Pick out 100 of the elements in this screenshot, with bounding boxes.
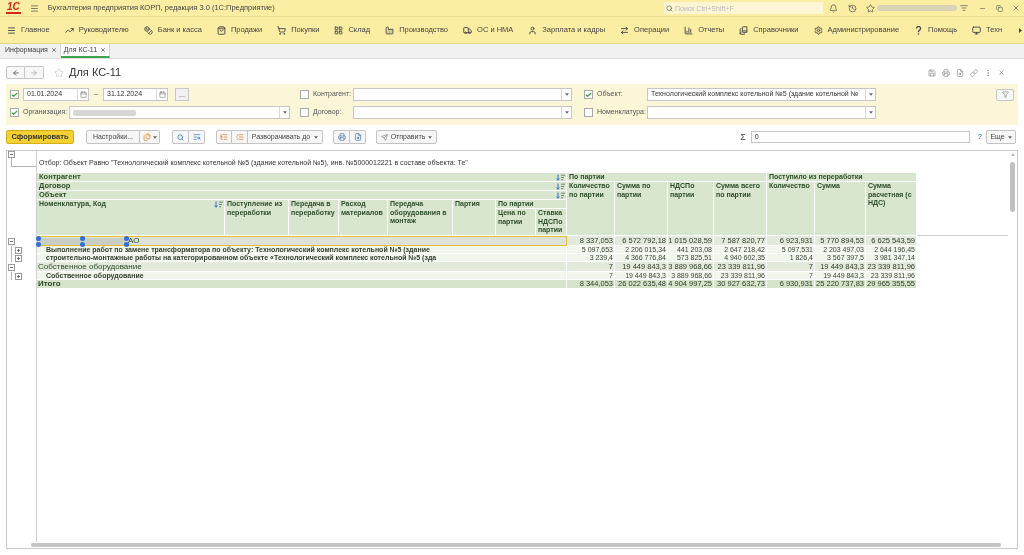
row-label-cell[interactable]: АО — [37, 236, 567, 246]
trend-chart-icon — [64, 25, 74, 35]
app-logo[interactable]: 1С — [6, 2, 21, 14]
caret-icon — [564, 111, 569, 114]
gear-icon — [813, 25, 823, 35]
checkbox[interactable] — [10, 108, 19, 117]
select-field[interactable] — [353, 106, 572, 119]
list-collapse-icon — [235, 133, 244, 141]
print-button[interactable] — [333, 130, 350, 144]
row-label-cell[interactable]: Собственное оборудование — [37, 262, 567, 272]
expand-all-button[interactable] — [216, 130, 232, 144]
checkbox[interactable] — [300, 90, 309, 99]
checkbox[interactable] — [584, 90, 593, 99]
factory-icon — [385, 25, 395, 35]
forward-button[interactable] — [25, 66, 44, 79]
more-icon[interactable] — [984, 68, 992, 77]
sort-icon[interactable] — [556, 191, 565, 199]
dropdown-button[interactable] — [865, 107, 875, 118]
arrow-right-icon — [30, 68, 38, 77]
filter-button[interactable] — [996, 88, 1014, 101]
person-icon — [528, 25, 538, 35]
preview-icon — [353, 133, 362, 141]
bell-icon[interactable] — [829, 3, 838, 13]
row-label: АО — [128, 237, 140, 245]
row-label-cell[interactable]: Итого — [37, 280, 567, 289]
caret-icon — [1007, 135, 1012, 139]
restore-icon[interactable] — [996, 4, 1003, 12]
checkbox[interactable] — [300, 108, 309, 117]
close-icon[interactable] — [100, 47, 107, 53]
sort-icon[interactable] — [556, 182, 565, 190]
caret-icon — [564, 93, 569, 96]
close-icon[interactable] — [50, 47, 57, 53]
monitor-icon — [972, 25, 982, 35]
printer-icon — [337, 133, 346, 141]
scroll-right-icon[interactable] — [1019, 27, 1022, 33]
books-icon — [739, 25, 749, 35]
sort-icon[interactable] — [214, 201, 223, 208]
sort-icon[interactable] — [556, 173, 565, 181]
report-variant-button[interactable] — [140, 130, 160, 144]
link-icon[interactable] — [970, 68, 978, 77]
scrollbar-thumb[interactable] — [1010, 162, 1015, 212]
caret-icon — [868, 93, 873, 96]
search-lines-icon — [192, 133, 201, 141]
truck-icon — [463, 25, 473, 35]
history-icon[interactable] — [848, 3, 857, 13]
expand-icon[interactable] — [15, 246, 22, 254]
search-icon — [666, 4, 673, 12]
menu-lines-icon[interactable] — [960, 4, 968, 12]
close-icon[interactable] — [1012, 4, 1020, 12]
collapse-icon[interactable] — [8, 263, 15, 271]
question-mark-icon — [914, 25, 924, 35]
list-expand-icon — [220, 133, 228, 141]
select-field[interactable] — [647, 106, 876, 119]
checkbox[interactable] — [584, 108, 593, 117]
preview-button[interactable] — [350, 130, 366, 144]
sum-symbol: Σ — [740, 132, 746, 142]
calendar-icon — [158, 91, 166, 98]
menu-icon[interactable] — [29, 3, 39, 13]
collapse-icon[interactable] — [8, 151, 15, 158]
grid-icon — [334, 25, 344, 35]
collapse-icon[interactable] — [8, 237, 15, 245]
form-title: Для КС-11 — [69, 66, 122, 79]
dropdown-button[interactable] — [561, 89, 571, 100]
arrow-left-icon — [11, 68, 20, 77]
dropdown-button[interactable] — [279, 107, 289, 118]
caret-icon — [868, 111, 873, 114]
star-icon[interactable] — [866, 3, 875, 13]
shopping-cart-icon — [277, 25, 287, 35]
caret-icon — [282, 111, 287, 114]
check-icon — [585, 90, 592, 99]
back-button[interactable] — [6, 66, 25, 79]
calendar-button[interactable] — [156, 89, 167, 100]
paper-plane-icon — [380, 133, 388, 141]
star-icon[interactable] — [54, 67, 64, 78]
shopping-bag-icon — [216, 25, 226, 35]
save-icon[interactable] — [928, 68, 936, 77]
collapse-all-button[interactable] — [232, 130, 248, 144]
checkbox[interactable] — [10, 90, 19, 99]
printer-icon[interactable] — [942, 68, 950, 77]
coins-icon — [143, 25, 153, 35]
select-field[interactable] — [69, 106, 290, 119]
caret-icon — [152, 135, 157, 139]
search-options-button[interactable] — [189, 130, 205, 144]
scroll-up-icon[interactable] — [1010, 153, 1015, 156]
search-button[interactable] — [172, 130, 189, 144]
expand-icon[interactable] — [15, 254, 22, 262]
dropdown-button[interactable] — [561, 107, 571, 118]
expand-icon[interactable] — [15, 272, 22, 280]
dropdown-button[interactable] — [865, 89, 875, 100]
tree-line — [11, 158, 36, 167]
row-label: Собственное оборудование — [38, 262, 142, 271]
menu-icon — [7, 25, 16, 35]
preview-icon[interactable] — [956, 68, 964, 77]
scrollbar-thumb[interactable] — [31, 543, 1001, 547]
close-icon[interactable] — [998, 69, 1005, 76]
arrows-icon — [620, 25, 630, 35]
calendar-icon — [79, 91, 87, 98]
select-field[interactable] — [353, 88, 572, 101]
documents-icon — [142, 133, 151, 141]
calendar-button[interactable] — [77, 89, 88, 100]
